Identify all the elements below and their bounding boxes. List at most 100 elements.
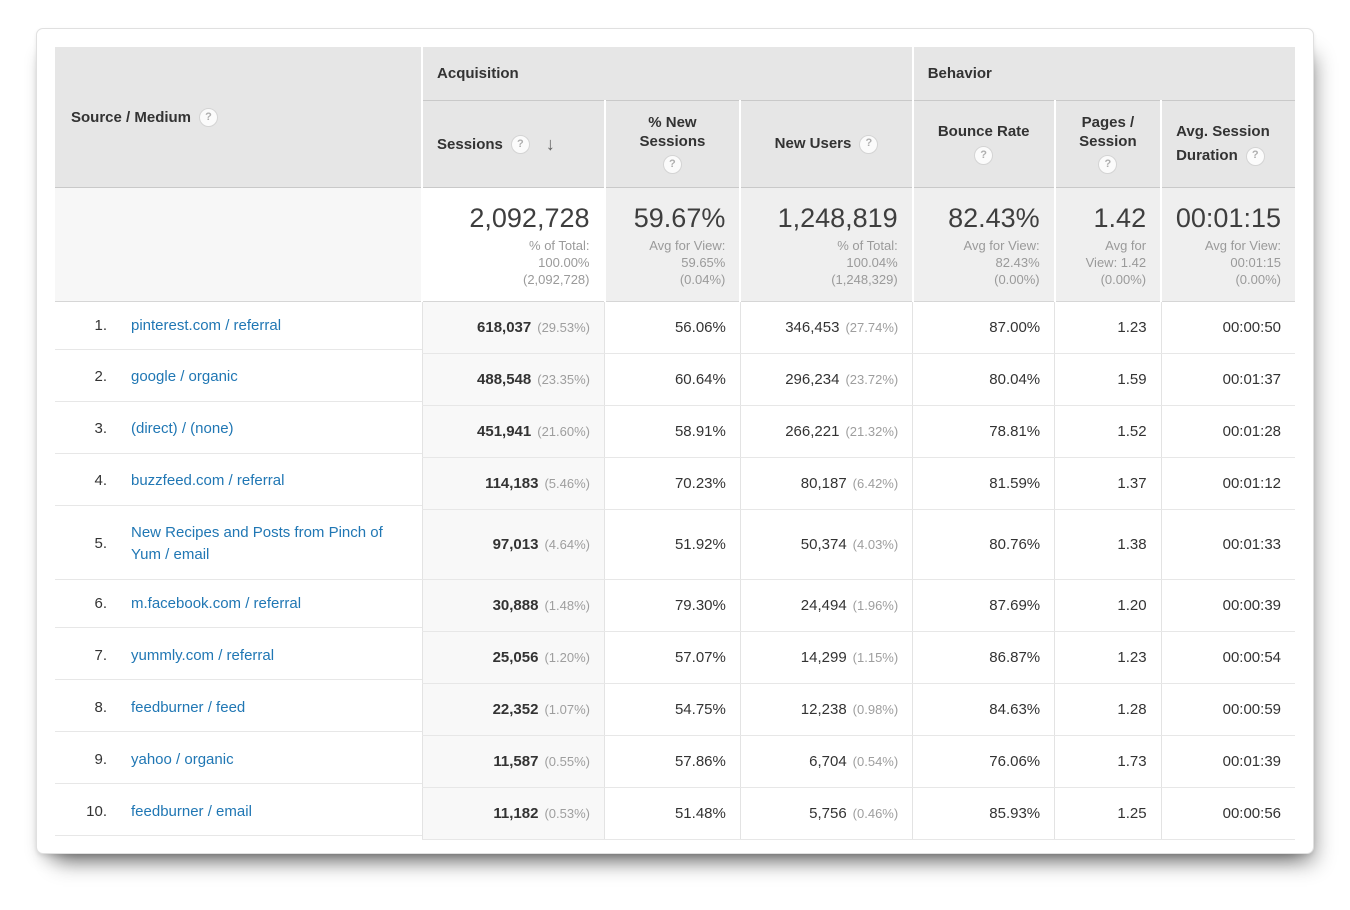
help-icon[interactable]: ? bbox=[859, 134, 879, 154]
new-users-pct: (23.72%) bbox=[845, 371, 899, 387]
bounce-rate-cell: 84.63% bbox=[912, 683, 1055, 737]
new-users-pct: (1.96%) bbox=[852, 598, 899, 614]
bounce-value: 86.87% bbox=[989, 649, 1041, 667]
new-sessions-cell: 57.07% bbox=[604, 631, 741, 685]
duration-value: 00:00:56 bbox=[1222, 805, 1281, 823]
new-users-cell: 50,374 (4.03%) bbox=[739, 509, 913, 581]
avg-duration-cell: 00:01:39 bbox=[1160, 735, 1295, 789]
sessions-pct: (0.55%) bbox=[544, 754, 590, 770]
help-icon[interactable]: ? bbox=[662, 155, 682, 175]
source-medium-link[interactable]: New Recipes and Posts from Pinch of Yum … bbox=[131, 522, 414, 566]
table-row: 9. yahoo / organic 11,587 (0.55%) 57.86% 6… bbox=[55, 735, 1295, 789]
help-icon[interactable]: ? bbox=[199, 107, 219, 127]
row-rank: 6. bbox=[94, 594, 107, 612]
pages-session-cell: 1.59 bbox=[1054, 353, 1162, 406]
column-header-new-users[interactable]: New Users ? bbox=[739, 100, 913, 188]
new-sessions-cell: 58.91% bbox=[604, 405, 741, 458]
column-header-pages-session[interactable]: Pages / Session ? bbox=[1053, 100, 1162, 188]
summary-source-cell bbox=[55, 187, 423, 302]
new-users-cell: 5,756 (0.46%) bbox=[739, 787, 913, 841]
bounce-value: 76.06% bbox=[989, 753, 1041, 771]
pages-session-cell: 1.38 bbox=[1054, 509, 1162, 581]
source-medium-link[interactable]: yahoo / organic bbox=[131, 749, 234, 771]
column-header-new-sessions[interactable]: % New Sessions ? bbox=[603, 100, 741, 188]
new-users-pct: (1.15%) bbox=[852, 650, 899, 666]
new-users-value: 6,704 bbox=[809, 753, 847, 771]
column-header-bounce-rate[interactable]: Bounce Rate ? bbox=[911, 100, 1055, 188]
avg-duration-cell: 00:00:39 bbox=[1160, 579, 1295, 633]
new-users-value: 24,494 bbox=[800, 597, 847, 615]
sessions-total-note: % of Total: 100.00% (2,092,728) bbox=[523, 238, 590, 288]
avg-duration-cell: 00:01:12 bbox=[1160, 457, 1295, 510]
row-rank: 9. bbox=[94, 750, 107, 768]
sessions-pct: (21.60%) bbox=[537, 423, 590, 439]
source-medium-link[interactable]: yummly.com / referral bbox=[131, 645, 274, 667]
source-medium-label: Source / Medium bbox=[71, 108, 192, 126]
sessions-total: 2,092,728 bbox=[469, 203, 590, 233]
column-header-avg-session-duration[interactable]: Avg. Session Duration ? bbox=[1160, 100, 1295, 188]
new-sessions-value: 54.75% bbox=[674, 701, 726, 719]
source-medium-link[interactable]: google / organic bbox=[131, 366, 238, 388]
duration-value: 00:00:59 bbox=[1222, 701, 1281, 719]
bounce-value: 78.81% bbox=[989, 422, 1041, 440]
row-rank: 4. bbox=[94, 472, 107, 490]
sessions-cell: 25,056 (1.20%) bbox=[421, 631, 605, 685]
help-icon[interactable]: ? bbox=[510, 134, 530, 154]
sessions-cell: 11,182 (0.53%) bbox=[421, 787, 605, 841]
table-row: 1. pinterest.com / referral 618,037 (29.53… bbox=[55, 301, 1295, 354]
duration-label-line2: Duration bbox=[1176, 147, 1238, 164]
source-medium-link[interactable]: (direct) / (none) bbox=[131, 418, 234, 440]
pages-value: 1.52 bbox=[1117, 422, 1147, 440]
table-row: 3. (direct) / (none) 451,941 (21.60%) 58.9… bbox=[55, 405, 1295, 458]
new-users-pct: (0.54%) bbox=[852, 754, 899, 770]
pages-value: 1.28 bbox=[1117, 701, 1147, 719]
source-medium-link[interactable]: buzzfeed.com / referral bbox=[131, 470, 284, 492]
new-sessions-total-note: Avg for View: 59.65% (0.04%) bbox=[649, 238, 726, 288]
source-medium-link[interactable]: feedburner / email bbox=[131, 801, 252, 823]
column-header-sessions[interactable]: Sessions ? ↓ bbox=[421, 100, 605, 188]
pages-value: 1.25 bbox=[1117, 805, 1147, 823]
sessions-cell: 22,352 (1.07%) bbox=[421, 683, 605, 737]
source-medium-link[interactable]: pinterest.com / referral bbox=[131, 315, 281, 337]
duration-value: 00:00:50 bbox=[1222, 318, 1281, 336]
help-icon[interactable]: ? bbox=[1245, 146, 1265, 166]
summary-duration-cell: 00:01:15 Avg for View: 00:01:15 (0.00%) bbox=[1160, 187, 1295, 302]
column-header-source-medium[interactable]: Source / Medium ? bbox=[55, 47, 423, 188]
pages-session-cell: 1.28 bbox=[1054, 683, 1162, 737]
table-row: 5. New Recipes and Posts from Pinch of Yu… bbox=[55, 509, 1295, 581]
source-medium-link[interactable]: m.facebook.com / referral bbox=[131, 593, 301, 615]
new-sessions-value: 51.92% bbox=[674, 535, 726, 553]
pages-session-cell: 1.20 bbox=[1054, 579, 1162, 633]
new-sessions-value: 60.64% bbox=[674, 370, 726, 388]
summary-pages-cell: 1.42 Avg for View: 1.42 (0.00%) bbox=[1053, 187, 1162, 302]
new-users-cell: 6,704 (0.54%) bbox=[739, 735, 913, 789]
bounce-rate-cell: 76.06% bbox=[912, 735, 1055, 789]
pages-total: 1.42 bbox=[1093, 203, 1147, 233]
analytics-table: Source / Medium ? Acquisition Behavior S… bbox=[55, 47, 1295, 841]
sessions-value: 25,056 bbox=[492, 649, 539, 667]
summary-sessions-cell: 2,092,728 % of Total: 100.00% (2,092,728… bbox=[421, 187, 605, 302]
bounce-rate-cell: 78.81% bbox=[912, 405, 1055, 458]
bounce-rate-label: Bounce Rate bbox=[937, 123, 1030, 141]
sort-descending-icon[interactable]: ↓ bbox=[546, 134, 555, 155]
group-header-row: Source / Medium ? Acquisition Behavior bbox=[55, 47, 1295, 188]
bounce-rate-cell: 81.59% bbox=[912, 457, 1055, 510]
new-users-cell: 80,187 (6.42%) bbox=[739, 457, 913, 510]
sessions-value: 488,548 bbox=[477, 370, 532, 388]
bounce-rate-cell: 80.04% bbox=[912, 353, 1055, 406]
sessions-cell: 30,888 (1.48%) bbox=[421, 579, 605, 633]
sessions-pct: (5.46%) bbox=[544, 475, 590, 491]
source-medium-link[interactable]: feedburner / feed bbox=[131, 697, 245, 719]
sessions-pct: (29.53%) bbox=[537, 319, 590, 335]
bounce-rate-cell: 86.87% bbox=[912, 631, 1055, 685]
help-icon[interactable]: ? bbox=[974, 145, 994, 165]
row-rank: 5. bbox=[94, 535, 107, 553]
new-users-cell: 296,234 (23.72%) bbox=[739, 353, 913, 406]
new-sessions-label-line1: % New bbox=[648, 113, 697, 131]
bounce-value: 87.69% bbox=[989, 597, 1041, 615]
help-icon[interactable]: ? bbox=[1098, 155, 1118, 175]
sessions-cell: 97,013 (4.64%) bbox=[421, 509, 605, 581]
pages-session-cell: 1.25 bbox=[1054, 787, 1162, 841]
sessions-value: 451,941 bbox=[477, 422, 532, 440]
avg-duration-cell: 00:01:37 bbox=[1160, 353, 1295, 406]
